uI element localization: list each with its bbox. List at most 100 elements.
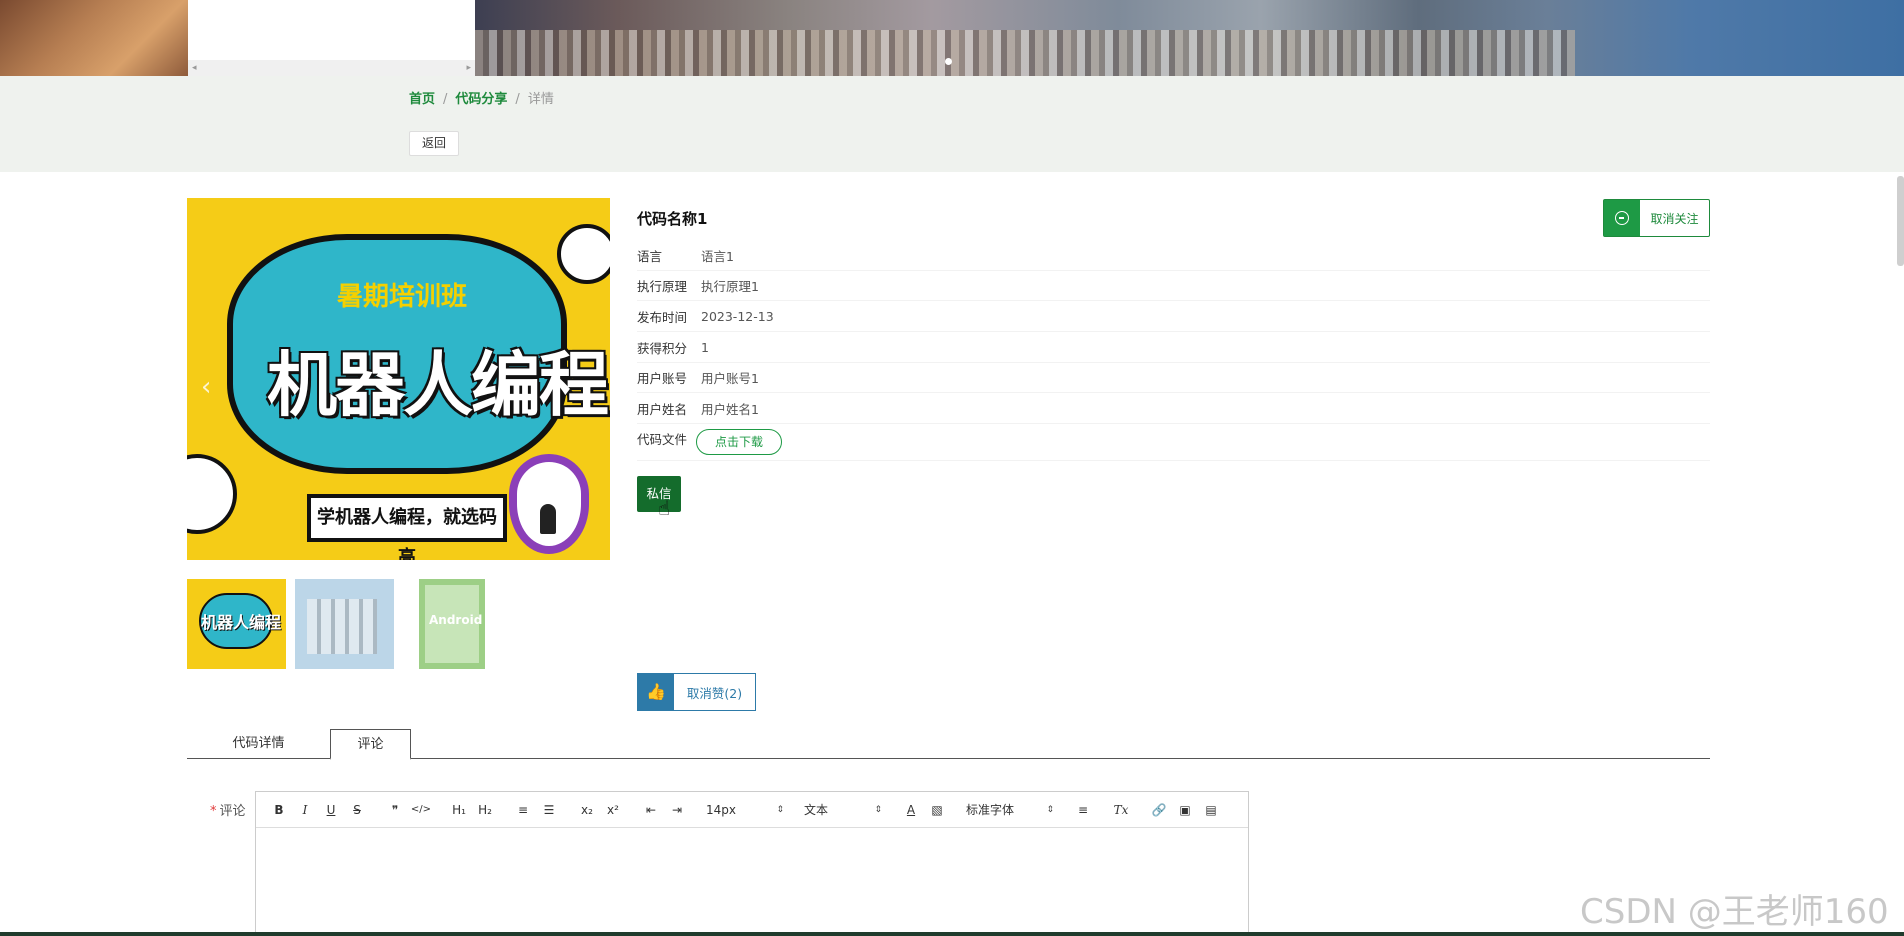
field-value: 2023-12-13 (701, 309, 774, 324)
breadcrumb-home[interactable]: 首页 (409, 92, 435, 107)
lock-keyhole (540, 504, 556, 534)
breadcrumb-section[interactable]: 代码分享 (455, 92, 507, 107)
bold-button[interactable]: B (266, 803, 292, 817)
unlike-label: 取消赞(2) (686, 685, 743, 701)
field-value: 1 (701, 340, 709, 355)
video-icon[interactable]: ▤ (1198, 803, 1224, 817)
unlike-button[interactable]: 👍 取消赞(2) (637, 673, 756, 711)
bullet-list-button[interactable]: ☰ (536, 803, 562, 817)
scroll-left-icon[interactable]: ◂ (192, 63, 197, 73)
thumbs-up-icon: 👍 (638, 674, 674, 710)
carousel-next-icon[interactable]: › (582, 372, 592, 402)
info-row-code-file: 代码文件 点击下载 (637, 425, 1710, 461)
info-row-points: 获得积分 1 (637, 333, 1710, 363)
banner-city-image (475, 0, 1904, 76)
field-label: 代码文件 (637, 432, 688, 447)
field-value: 用户姓名1 (701, 402, 759, 417)
unfollow-button[interactable]: 取消关注 (1603, 199, 1710, 237)
hand-cursor-icon: ☝ (658, 496, 671, 520)
select-arrow-icon: ⇕ (1046, 804, 1054, 815)
thumbnail-text: Android (429, 613, 483, 627)
font-size-select[interactable]: 14px ⇕ (702, 803, 788, 817)
info-row-principle: 执行原理 执行原理1 (637, 271, 1710, 301)
thumbnail-1[interactable]: 机器人编程 (187, 579, 286, 669)
subscript-button[interactable]: x₂ (574, 803, 600, 817)
banner-left-image (0, 0, 188, 76)
comment-label: * 评论 (210, 800, 246, 819)
ordered-list-button[interactable]: ≡ (510, 803, 536, 817)
field-value: 用户账号1 (701, 371, 759, 386)
tab-code-detail[interactable]: 代码详情 (187, 729, 330, 759)
align-button[interactable]: ≡ (1070, 803, 1096, 817)
cloud-decoration (187, 454, 237, 534)
h1-button[interactable]: H₁ (446, 803, 472, 817)
tab-comments[interactable]: 评论 (330, 729, 411, 760)
thumbnail-2[interactable] (295, 579, 394, 669)
unfollow-label: 取消关注 (1650, 211, 1699, 226)
h2-button[interactable]: H₂ (472, 803, 498, 817)
detail-tabs: 代码详情 评论 (187, 729, 1710, 760)
field-label: 用户姓名 (637, 402, 688, 417)
font-family-select[interactable]: 标准字体 ⇕ (962, 801, 1058, 818)
thumbnail-text: 机器人编程 (201, 613, 282, 632)
field-value: 语言1 (701, 249, 734, 264)
field-label: 用户账号 (637, 371, 688, 386)
header-value: 文本 (804, 803, 829, 817)
breadcrumb: 首页 / 代码分享 / 详情 (409, 88, 554, 107)
background-color-button[interactable]: ▧ (924, 803, 950, 817)
field-label: 执行原理 (637, 279, 688, 294)
strike-button[interactable]: S (344, 803, 370, 817)
info-row-username: 用户姓名 用户姓名1 (637, 394, 1710, 424)
required-mark: * (210, 804, 217, 819)
breadcrumb-separator: / (443, 92, 448, 107)
select-arrow-icon: ⇕ (776, 804, 784, 815)
comment-text-area[interactable] (256, 828, 1248, 936)
font-color-button[interactable]: A (898, 803, 924, 817)
page-scrollbar[interactable] (1897, 176, 1904, 266)
minus-circle-icon (1604, 200, 1640, 236)
banner-indicator-dot[interactable] (945, 58, 952, 65)
banner-blank-panel (188, 0, 475, 60)
superscript-button[interactable]: x² (600, 803, 626, 817)
banner-scrollbar[interactable]: ◂ ▸ (188, 60, 475, 76)
main-image-tagline: 学机器人编程，就选码高 (307, 494, 507, 560)
font-size-value: 14px (706, 802, 736, 817)
clean-format-button[interactable]: Tx (1108, 803, 1134, 817)
thumbnail-3[interactable]: Android (419, 579, 485, 669)
breadcrumb-bar: 首页 / 代码分享 / 详情 返回 (0, 76, 1904, 172)
banner-city-skyline (475, 30, 1575, 76)
info-row-language: 语言 语言1 (637, 241, 1710, 271)
editor-toolbar: B I U S ❞ </> H₁ H₂ ≡ ☰ x₂ x² ⇤ ⇥ 14px ⇕ … (256, 792, 1248, 828)
watermark: CSDN @王老师160 (1580, 892, 1889, 932)
breadcrumb-separator: / (515, 92, 520, 107)
main-image-carousel[interactable]: 暑期培训班 机器人编程 学机器人编程，就选码高 ‹ › (187, 198, 610, 560)
field-label: 获得积分 (637, 341, 688, 356)
main-image-title: 机器人编程 (267, 344, 609, 426)
underline-button[interactable]: U (318, 803, 344, 817)
info-row-account: 用户账号 用户账号1 (637, 363, 1710, 393)
back-button[interactable]: 返回 (409, 131, 459, 156)
outdent-button[interactable]: ⇤ (638, 803, 664, 817)
carousel-prev-icon[interactable]: ‹ (201, 372, 211, 402)
field-value: 执行原理1 (701, 279, 759, 294)
header-select[interactable]: 文本 ⇕ (800, 801, 886, 818)
info-row-publish-date: 发布时间 2023-12-13 (637, 302, 1710, 332)
italic-button[interactable]: I (292, 803, 318, 817)
indent-button[interactable]: ⇥ (664, 803, 690, 817)
breadcrumb-current: 详情 (527, 92, 554, 107)
font-family-value: 标准字体 (966, 803, 1015, 817)
download-button[interactable]: 点击下载 (696, 429, 783, 455)
comment-editor[interactable]: B I U S ❞ </> H₁ H₂ ≡ ☰ x₂ x² ⇤ ⇥ 14px ⇕ … (255, 791, 1249, 936)
scroll-right-icon[interactable]: ▸ (466, 63, 471, 73)
item-title: 代码名称1 (637, 210, 708, 228)
field-label: 语言 (637, 249, 663, 264)
blockquote-button[interactable]: ❞ (382, 803, 408, 817)
thumbnail-graphic (307, 599, 377, 654)
field-label: 发布时间 (637, 310, 688, 325)
bottom-bar (0, 932, 1904, 936)
comment-label-text: 评论 (219, 804, 246, 819)
code-block-button[interactable]: </> (408, 804, 434, 815)
main-image-subtitle: 暑期培训班 (337, 282, 468, 312)
image-icon[interactable]: ▣ (1172, 803, 1198, 817)
link-icon[interactable]: 🔗 (1146, 803, 1172, 817)
